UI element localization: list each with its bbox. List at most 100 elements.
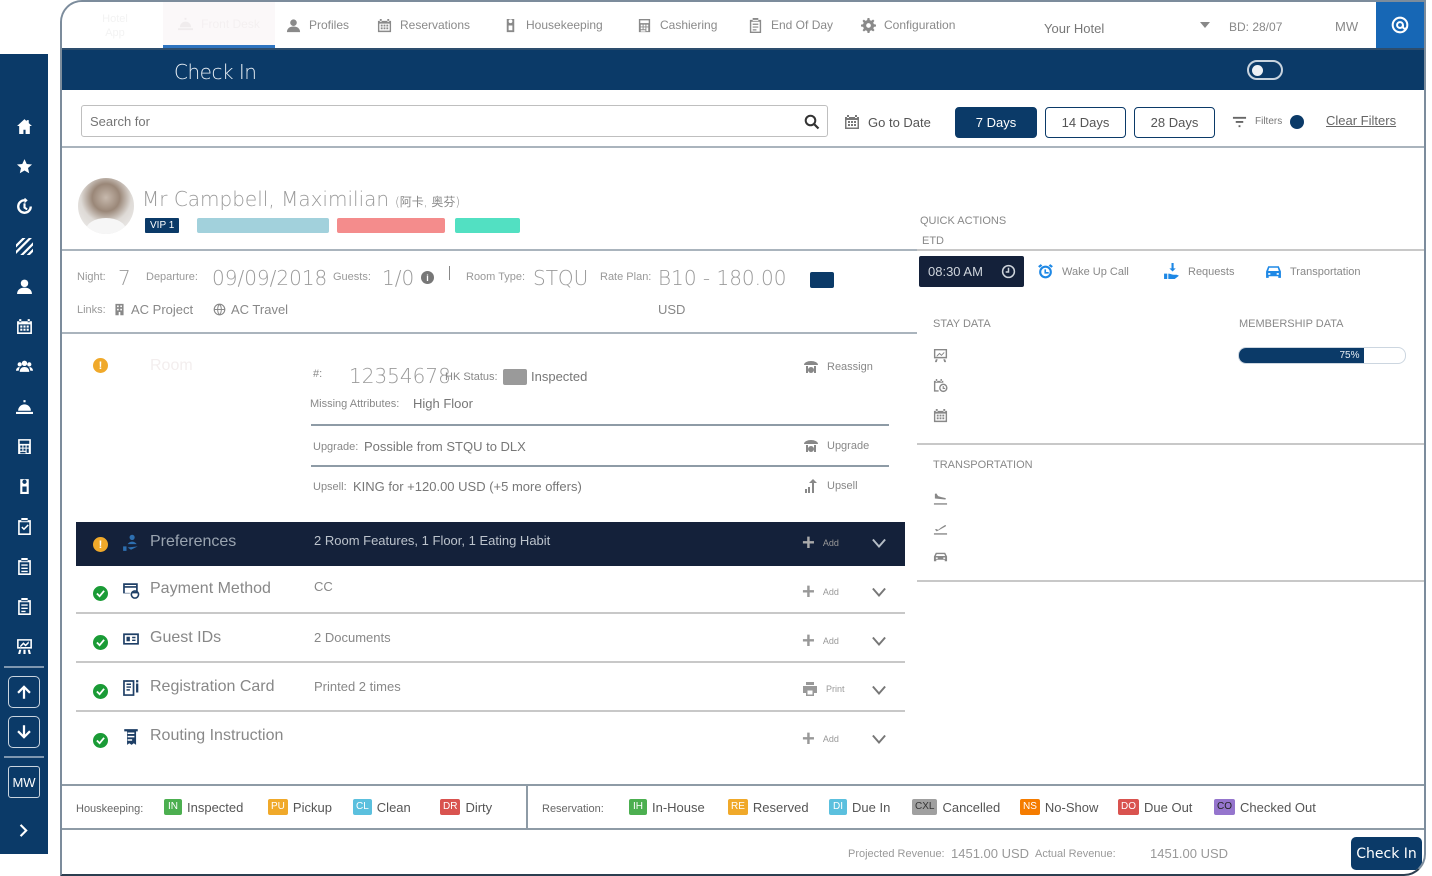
- wake-up-call-button[interactable]: Wake Up Call: [1037, 263, 1129, 280]
- globe-icon: [213, 303, 226, 316]
- mention-button[interactable]: [1376, 2, 1424, 48]
- home-icon[interactable]: [0, 112, 48, 140]
- car-icon[interactable]: [933, 549, 948, 564]
- add-label: Add: [822, 587, 839, 597]
- room-section-title[interactable]: Room: [150, 357, 193, 375]
- history-icon[interactable]: [0, 192, 48, 220]
- chevron-down-icon[interactable]: [872, 683, 886, 697]
- scroll-up-button[interactable]: [8, 676, 40, 708]
- go-to-date-button[interactable]: Go to Date: [844, 114, 931, 130]
- app-logo[interactable]: Hotel App: [92, 12, 138, 40]
- legend-label: Due Out: [1144, 799, 1193, 815]
- clear-filters-link[interactable]: Clear Filters: [1326, 113, 1396, 128]
- clipboard-icon[interactable]: [0, 592, 48, 620]
- search-input[interactable]: [81, 105, 828, 137]
- days-7-button[interactable]: 7 Days: [955, 107, 1037, 138]
- section-payment-method[interactable]: Payment Method CC + Add: [76, 569, 905, 613]
- actual-revenue-label: Actual Revenue:: [1035, 848, 1116, 860]
- sidebar-divider: [4, 666, 44, 668]
- stay-calendar-clock-icon[interactable]: [933, 378, 948, 393]
- chevron-down-icon[interactable]: [872, 585, 886, 599]
- upgrade-button[interactable]: Upgrade: [803, 438, 869, 454]
- filters-button[interactable]: Filters: [1232, 114, 1305, 129]
- membership-data-label: MEMBERSHIP DATA: [1239, 318, 1344, 330]
- nav-tab-cashiering[interactable]: Cashiering: [637, 2, 717, 48]
- divider: [76, 612, 905, 614]
- reassign-button[interactable]: Reassign: [803, 359, 873, 375]
- plane-departure-icon[interactable]: [933, 521, 948, 536]
- calculator-icon[interactable]: [0, 432, 48, 460]
- calendar-icon[interactable]: [0, 312, 48, 340]
- page-title-bar: Check In: [62, 50, 1424, 90]
- nav-tab-reservations[interactable]: Reservations: [377, 2, 470, 48]
- link-ac-travel[interactable]: AC Travel: [213, 302, 288, 317]
- stay-calendar-icon[interactable]: [933, 408, 948, 423]
- nav-tab-end-of-day[interactable]: End Of Day: [748, 2, 833, 48]
- link-label: AC Travel: [231, 302, 289, 317]
- clipboard-list-icon[interactable]: [0, 552, 48, 580]
- nav-tab-configuration[interactable]: Configuration: [861, 2, 955, 48]
- payment-card-icon: [123, 583, 140, 599]
- hotel-selector[interactable]: Your Hotel: [1044, 21, 1104, 36]
- door-hanger-icon[interactable]: [0, 472, 48, 500]
- add-payment-button[interactable]: + Add: [802, 581, 839, 603]
- chevron-down-icon[interactable]: [872, 634, 886, 648]
- nav-tab-housekeeping[interactable]: Housekeeping: [503, 2, 603, 48]
- etd-value: 08:30 AM: [928, 264, 983, 279]
- stripes-icon[interactable]: [0, 232, 48, 260]
- chevron-down-icon[interactable]: [872, 536, 886, 550]
- section-summary: 2 Room Features, 1 Floor, 1 Eating Habit: [314, 533, 551, 548]
- etd-time-input[interactable]: 08:30 AM: [919, 256, 1024, 287]
- bell-icon[interactable]: [0, 392, 48, 420]
- section-summary: Printed 2 times: [314, 679, 401, 694]
- add-guest-id-button[interactable]: + Add: [802, 630, 839, 652]
- badge: CO: [1214, 799, 1235, 815]
- door-hanger-icon: [506, 18, 515, 32]
- star-icon[interactable]: [0, 152, 48, 180]
- legend-label: Inspected: [187, 799, 244, 815]
- expand-sidebar-icon[interactable]: [0, 816, 48, 844]
- sidebar-divider: [4, 756, 44, 758]
- add-preference-button[interactable]: + Add: [802, 532, 839, 554]
- nav-label: Configuration: [884, 18, 956, 32]
- badge: IN: [164, 799, 182, 815]
- presentation-icon[interactable]: [0, 632, 48, 660]
- chevron-down-icon[interactable]: [1200, 22, 1210, 28]
- upsell-button[interactable]: Upsell: [803, 478, 858, 494]
- check-in-button[interactable]: Check In: [1351, 837, 1422, 870]
- section-title: Payment Method: [150, 580, 271, 597]
- room-type-value: STQU: [533, 266, 589, 290]
- plane-arrival-icon[interactable]: [933, 491, 948, 506]
- print-registration-button[interactable]: Print: [802, 681, 845, 697]
- id-card-icon: [123, 633, 139, 645]
- days-28-button[interactable]: 28 Days: [1134, 107, 1215, 138]
- section-preferences[interactable]: ! Preferences 2 Room Features, 1 Floor, …: [76, 522, 905, 566]
- user-avatar-button[interactable]: MW: [8, 766, 40, 798]
- info-icon[interactable]: i: [421, 271, 434, 284]
- add-routing-button[interactable]: + Add: [802, 728, 839, 750]
- chevron-down-icon[interactable]: [872, 732, 886, 746]
- upgrade-icon: [804, 440, 818, 452]
- badge: DI: [829, 799, 847, 815]
- days-14-button[interactable]: 14 Days: [1045, 107, 1126, 138]
- transportation-button[interactable]: Transportation: [1265, 263, 1361, 280]
- rate-currency: USD: [658, 302, 686, 317]
- section-registration-card[interactable]: Registration Card Printed 2 times Print: [76, 667, 905, 711]
- clipboard-check-icon[interactable]: [0, 512, 48, 540]
- section-guest-ids[interactable]: Guest IDs 2 Documents + Add: [76, 618, 905, 662]
- stay-chart-icon[interactable]: [933, 348, 948, 363]
- nav-label: Reservations: [400, 18, 471, 32]
- group-icon[interactable]: [0, 352, 48, 380]
- nav-tab-profiles[interactable]: Profiles: [286, 2, 349, 48]
- link-ac-project[interactable]: AC Project: [113, 302, 193, 317]
- search-icon[interactable]: [804, 114, 820, 130]
- person-icon[interactable]: [0, 272, 48, 300]
- view-toggle[interactable]: [1247, 60, 1283, 80]
- requests-button[interactable]: Requests: [1163, 263, 1234, 280]
- scroll-down-button[interactable]: [8, 716, 40, 748]
- divider: [311, 465, 889, 467]
- nav-tab-front-desk[interactable]: Front Desk: [163, 2, 275, 48]
- section-routing-instruction[interactable]: Routing Instruction + Add: [76, 716, 905, 760]
- transportation-section-label: TRANSPORTATION: [933, 459, 1033, 471]
- user-initials[interactable]: MW: [1335, 19, 1358, 34]
